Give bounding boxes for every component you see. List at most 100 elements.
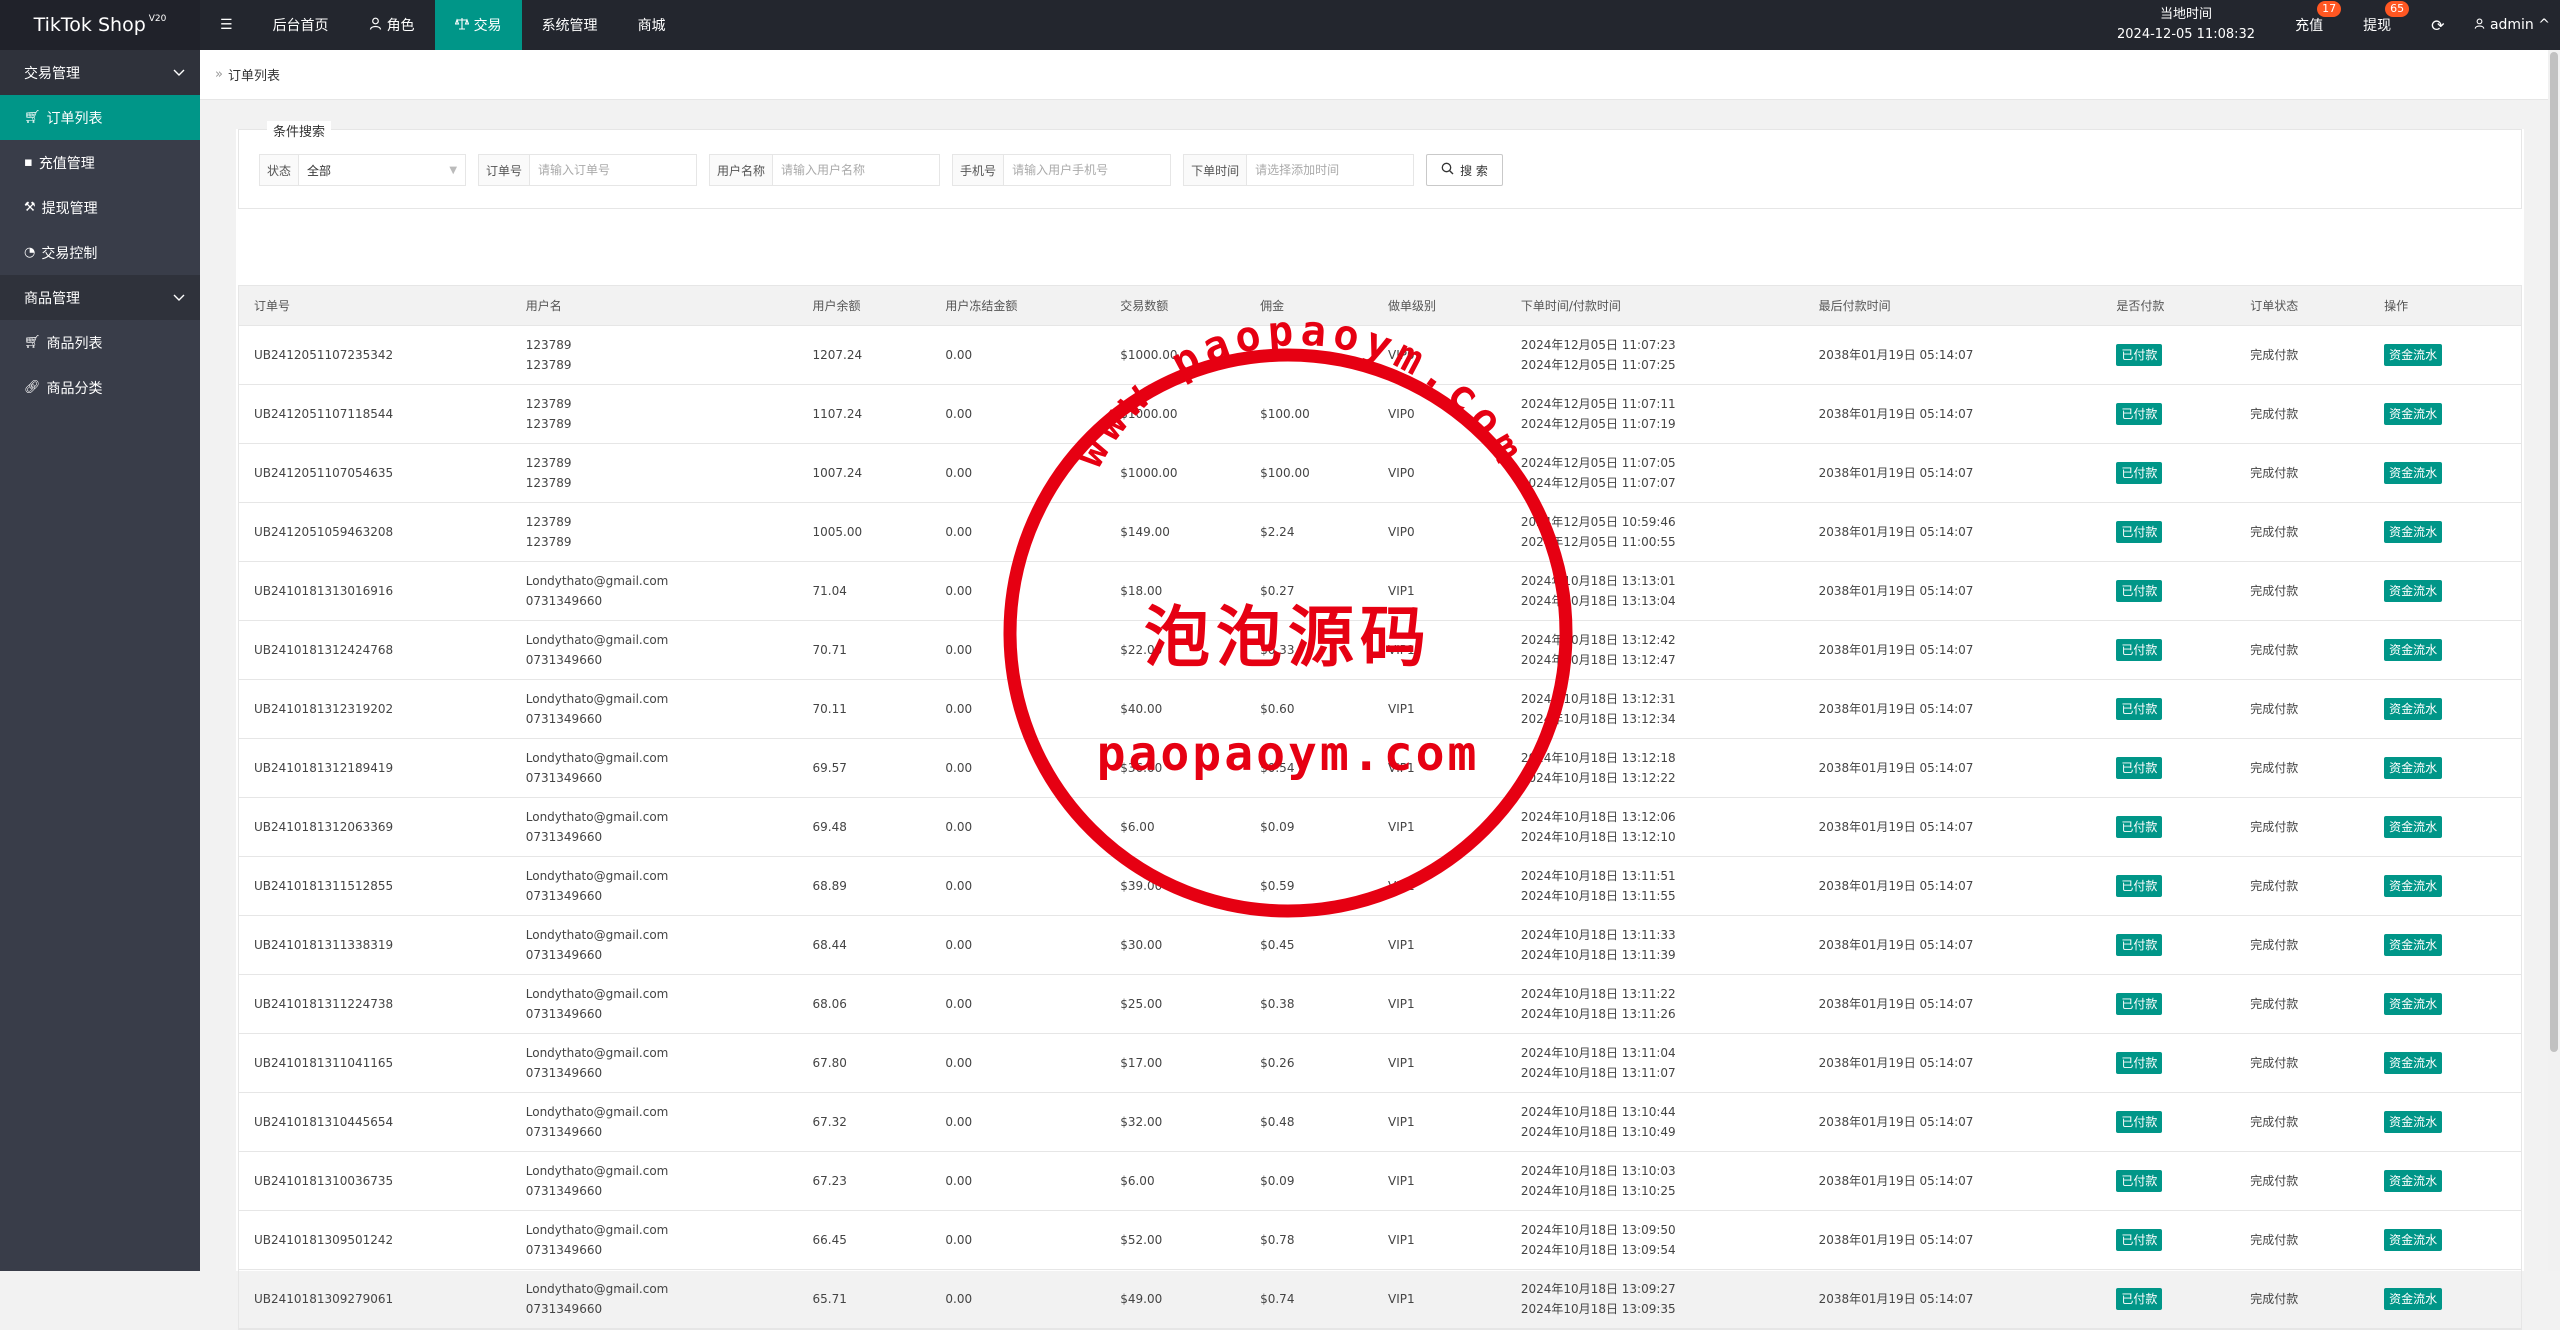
table-row: UB2412051107054635 123789 123789 1007.24 0.0… bbox=[239, 444, 2521, 503]
fund-flow-button[interactable]: 资金流水 bbox=[2384, 639, 2443, 661]
table-cell: 2038年01月19日 05:14:07 bbox=[1804, 640, 2102, 660]
balance-cell: 1005.00 bbox=[812, 525, 863, 539]
amount-cell: $6.00 bbox=[1120, 820, 1155, 834]
sidebar-item-goods-category[interactable]: 🔗︎ 商品分类 bbox=[0, 365, 200, 410]
table-cell: 67.23 bbox=[797, 1171, 930, 1191]
fund-flow-button[interactable]: 资金流水 bbox=[2384, 816, 2443, 838]
order-time-input[interactable] bbox=[1247, 155, 1414, 185]
fund-flow-button[interactable]: 资金流水 bbox=[2384, 344, 2443, 366]
table-cell: 66.45 bbox=[797, 1230, 930, 1250]
fund-flow-button[interactable]: 资金流水 bbox=[2384, 580, 2443, 602]
phone-input[interactable] bbox=[1004, 155, 1171, 185]
fund-flow-button[interactable]: 资金流水 bbox=[2384, 1052, 2443, 1074]
status-select[interactable]: 全部 ▼ bbox=[299, 155, 465, 185]
sidebar-group-goods[interactable]: 商品管理 bbox=[0, 275, 200, 320]
table-cell: $0.26 bbox=[1245, 1053, 1373, 1073]
table-row: UB2412051059463208 123789 123789 1005.00 0.0… bbox=[239, 503, 2521, 562]
menu-toggle-button[interactable]: ☰ bbox=[200, 0, 253, 50]
withdraw-link[interactable]: 提现 65 bbox=[2363, 1, 2410, 35]
app-logo[interactable]: TikTok Shop V20 bbox=[0, 0, 200, 50]
fund-flow-button[interactable]: 资金流水 bbox=[2384, 1170, 2443, 1192]
search-button[interactable]: 搜 索 bbox=[1426, 154, 1503, 186]
sidebar-item-goods-list[interactable]: 🛒︎ 商品列表 bbox=[0, 320, 200, 365]
table-cell: Londythato@gmail.com 0731349660 bbox=[511, 1220, 798, 1260]
username-label: 用户名称 bbox=[710, 155, 774, 185]
table-cell: $0.09 bbox=[1245, 817, 1373, 837]
fund-flow-button[interactable]: 资金流水 bbox=[2384, 875, 2443, 897]
table-cell: 已付款 bbox=[2101, 934, 2235, 956]
phone-cell: 0731349660 bbox=[525, 594, 603, 608]
fund-flow-button[interactable]: 资金流水 bbox=[2384, 934, 2443, 956]
search-form: 条件搜索 状态 全部 ▼ 订单号 用户名称 bbox=[238, 121, 2522, 209]
nav-trade[interactable]: 交易 bbox=[434, 0, 522, 50]
fund-flow-button[interactable]: 资金流水 bbox=[2384, 1229, 2443, 1251]
username-input[interactable] bbox=[773, 155, 940, 185]
recharge-link[interactable]: 充值 17 bbox=[2295, 1, 2342, 35]
table-cell: $17.00 bbox=[1105, 1053, 1245, 1073]
paid-badge: 已付款 bbox=[2116, 344, 2163, 366]
amount-cell: $17.00 bbox=[1120, 1056, 1163, 1070]
last-pay-time-cell: 2038年01月19日 05:14:07 bbox=[1818, 1174, 1974, 1188]
last-pay-time-cell: 2038年01月19日 05:14:07 bbox=[1818, 1056, 1974, 1070]
table-cell: 已付款 bbox=[2101, 1229, 2235, 1251]
refresh-icon[interactable]: ⟳ bbox=[2431, 16, 2444, 35]
fund-flow-button[interactable]: 资金流水 bbox=[2384, 993, 2443, 1015]
page-scrollbar-thumb[interactable] bbox=[2550, 52, 2558, 1052]
balance-cell: 1107.24 bbox=[812, 407, 863, 421]
username-cell: Londythato@gmail.com bbox=[525, 633, 669, 647]
fund-flow-button[interactable]: 资金流水 bbox=[2384, 403, 2443, 425]
fund-flow-button[interactable]: 资金流水 bbox=[2384, 757, 2443, 779]
order-no-cell: UB2410181313016916 bbox=[254, 584, 394, 598]
frozen-cell: 0.00 bbox=[945, 702, 973, 716]
col-balance: 用户余额 bbox=[812, 298, 861, 313]
table-cell: $40.00 bbox=[1105, 699, 1245, 719]
table-cell: $36.00 bbox=[1105, 758, 1245, 778]
username-cell: Londythato@gmail.com bbox=[525, 1164, 669, 1178]
table-cell: $0.38 bbox=[1245, 994, 1373, 1014]
sidebar-group-trade[interactable]: 交易管理 bbox=[0, 50, 200, 95]
hamburger-icon[interactable]: ☰ bbox=[220, 17, 233, 33]
table-cell: $18.00 bbox=[1105, 581, 1245, 601]
table-cell: 68.89 bbox=[797, 876, 930, 896]
username-cell: Londythato@gmail.com bbox=[525, 692, 669, 706]
table-cell: VIP1 bbox=[1373, 1112, 1506, 1132]
sidebar-item-trade-control[interactable]: ◔ 交易控制 bbox=[0, 230, 200, 275]
fund-flow-button[interactable]: 资金流水 bbox=[2384, 698, 2443, 720]
order-time-cell: 2024年10月18日 13:10:44 bbox=[1520, 1105, 1676, 1119]
sidebar-item-orders[interactable]: 🛒︎ 订单列表 bbox=[0, 95, 200, 140]
sidebar-item-recharge[interactable]: ▪ 充值管理 bbox=[0, 140, 200, 185]
table-cell: $100.00 bbox=[1245, 345, 1373, 365]
nav-system[interactable]: 系统管理 bbox=[522, 0, 618, 50]
nav-mall[interactable]: 商城 bbox=[618, 0, 686, 50]
order-time-cell: 2024年10月18日 13:12:31 bbox=[1520, 692, 1676, 706]
chevron-down-icon bbox=[173, 65, 185, 81]
paid-badge: 已付款 bbox=[2116, 1229, 2163, 1251]
username-cell: Londythato@gmail.com bbox=[525, 1282, 669, 1296]
table-cell: 2038年01月19日 05:14:07 bbox=[1804, 935, 2102, 955]
table-cell: 2024年10月18日 13:10:03 2024年10月18日 13:10:25 bbox=[1506, 1161, 1804, 1201]
table-row: UB2410181311338319 Londythato@gmail.com 07… bbox=[239, 916, 2521, 975]
table-cell: 2024年10月18日 13:12:18 2024年10月18日 13:12:22 bbox=[1506, 748, 1804, 788]
table-cell: 0.00 bbox=[930, 1289, 1105, 1309]
nav-home[interactable]: 后台首页 bbox=[253, 0, 349, 50]
user-menu[interactable]: admin ^ bbox=[2474, 17, 2550, 33]
table-cell: 0.00 bbox=[930, 699, 1105, 719]
order-no-input[interactable] bbox=[530, 155, 697, 185]
fund-flow-button[interactable]: 资金流水 bbox=[2384, 1111, 2443, 1133]
phone-cell: 123789 bbox=[525, 476, 572, 490]
breadcrumb-current[interactable]: 订单列表 bbox=[228, 65, 280, 84]
phone-cell: 123789 bbox=[525, 417, 572, 431]
level-cell: VIP0 bbox=[1387, 348, 1415, 362]
order-no-cell: UB2410181310036735 bbox=[254, 1174, 394, 1188]
sidebar-item-withdraw[interactable]: ⚒ 提现管理 bbox=[0, 185, 200, 230]
order-time-cell: 2024年10月18日 13:11:33 bbox=[1520, 928, 1676, 942]
nav-roles[interactable]: 角色 bbox=[349, 0, 435, 50]
level-cell: VIP1 bbox=[1387, 879, 1415, 893]
level-cell: VIP1 bbox=[1387, 1233, 1415, 1247]
fund-flow-button[interactable]: 资金流水 bbox=[2384, 521, 2443, 543]
frozen-cell: 0.00 bbox=[945, 1056, 973, 1070]
paid-badge: 已付款 bbox=[2116, 1111, 2163, 1133]
table-cell: 2024年10月18日 13:10:44 2024年10月18日 13:10:49 bbox=[1506, 1102, 1804, 1142]
fund-flow-button[interactable]: 资金流水 bbox=[2384, 1288, 2443, 1310]
fund-flow-button[interactable]: 资金流水 bbox=[2384, 462, 2443, 484]
